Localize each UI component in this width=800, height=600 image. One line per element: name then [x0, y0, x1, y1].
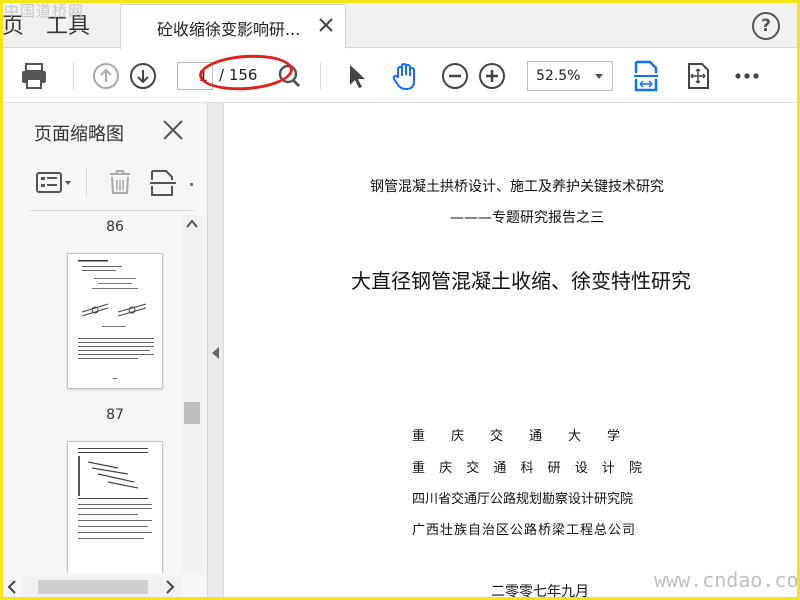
- document-date: 二零零七年九月: [491, 584, 589, 600]
- document-series-line: ———专题研究报告之三: [450, 210, 604, 226]
- toolbar-divider: [320, 62, 321, 90]
- institution-line: 重 庆 交 通 科 研 设 计 院: [412, 461, 648, 476]
- select-cursor-icon[interactable]: [341, 61, 371, 91]
- trash-icon[interactable]: [108, 169, 132, 195]
- panel-toolbar: [30, 165, 200, 199]
- toolbar: 1 / 156 52.5%: [0, 49, 800, 103]
- more-options-icon[interactable]: [732, 61, 762, 91]
- thumbnail-page[interactable]: [67, 441, 163, 573]
- thumbnail-list[interactable]: 86 87: [10, 215, 182, 573]
- thumbnail-scrollbar-vertical[interactable]: [182, 215, 202, 573]
- tab-document[interactable]: 砼收缩徐变影响研...: [120, 4, 346, 49]
- zoom-value: 52.5%: [536, 68, 581, 84]
- help-icon[interactable]: ?: [752, 12, 780, 40]
- thumbnail-scrollbar-horizontal[interactable]: [22, 577, 182, 597]
- zoom-level-select[interactable]: 52.5%: [527, 61, 613, 91]
- document-header-title: 钢管混凝土拱桥设计、施工及养护关键技术研究: [370, 179, 664, 195]
- tab-bar: 页 工具 砼收缩徐变影响研... ?: [0, 0, 800, 49]
- scroll-left-icon[interactable]: [4, 577, 20, 597]
- institution-line: 四川省交通厅公路规划勘察设计研究院: [412, 492, 634, 507]
- scroll-right-icon[interactable]: [162, 577, 178, 597]
- document-tab-title: 砼收缩徐变影响研...: [157, 20, 301, 39]
- hand-tool-icon[interactable]: [389, 61, 419, 91]
- thumbnail-panel: 页面缩略图 86 87: [0, 103, 208, 600]
- document-page: 钢管混凝土拱桥设计、施工及养护关键技术研究 ———专题研究报告之三 大直径钢管混…: [225, 103, 800, 600]
- institution-line: 重 庆 交 通 大 学: [412, 429, 621, 444]
- watermark-bottom-right: www.cndao.com: [654, 568, 800, 592]
- scrollbar-thumb[interactable]: [184, 402, 200, 424]
- panel-separator: [30, 210, 194, 211]
- zoom-out-icon[interactable]: [440, 61, 470, 91]
- institution-line: 广西壮族自治区公路桥梁工程总公司: [412, 523, 637, 538]
- panel-divider: [86, 167, 87, 197]
- panel-collapse-handle[interactable]: [208, 103, 224, 600]
- thumbnail-page-number: 87: [106, 407, 124, 423]
- page-layout-icon[interactable]: [150, 169, 176, 197]
- zoom-in-icon[interactable]: [477, 61, 507, 91]
- fit-width-icon[interactable]: [632, 59, 664, 93]
- overflow-dot: [190, 183, 193, 186]
- fullscreen-icon[interactable]: [683, 61, 713, 91]
- toolbar-divider: [73, 62, 74, 90]
- close-icon[interactable]: [315, 14, 337, 36]
- thumbnail-page[interactable]: [67, 253, 163, 389]
- thumbnail-page-number: 86: [106, 219, 124, 235]
- next-page-icon[interactable]: [128, 61, 158, 91]
- thumbnail-options-icon[interactable]: [36, 171, 74, 195]
- chevron-down-icon: [595, 74, 603, 79]
- panel-title: 页面缩略图: [34, 124, 124, 145]
- close-icon[interactable]: [160, 117, 186, 143]
- previous-page-icon[interactable]: [91, 61, 121, 91]
- scrollbar-thumb[interactable]: [38, 580, 148, 594]
- watermark-top-left: 中国道桥网: [4, 2, 85, 20]
- document-main-title: 大直径钢管混凝土收缩、徐变特性研究: [351, 269, 691, 293]
- chevron-left-icon: [212, 347, 219, 359]
- print-icon[interactable]: [19, 61, 49, 91]
